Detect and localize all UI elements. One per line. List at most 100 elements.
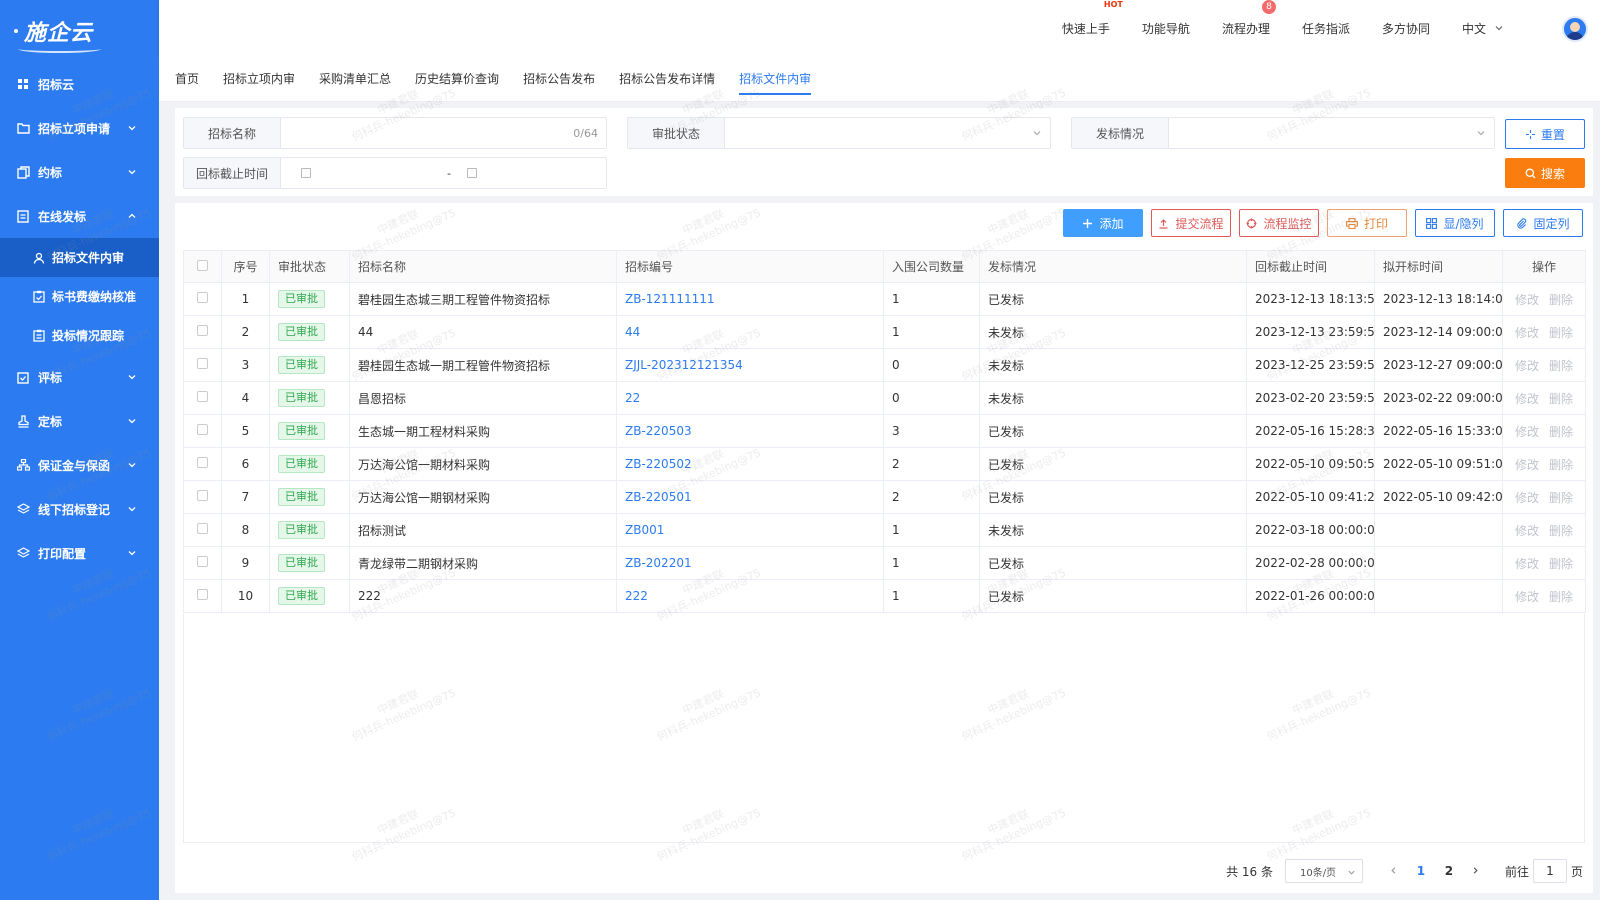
delete-button[interactable]: 删除 xyxy=(1549,293,1573,307)
language-select[interactable]: 中文 xyxy=(1462,20,1504,37)
page-number[interactable]: 2 xyxy=(1435,864,1463,878)
header-feature-nav[interactable]: 功能导航 xyxy=(1142,20,1190,37)
row-checkbox[interactable] xyxy=(197,457,208,468)
tab-notice-publish[interactable]: 招标公告发布 xyxy=(523,56,595,102)
table-row[interactable]: 8 已审批 招标测试 ZB001 1 未发标 2022-03-18 00:00:… xyxy=(183,513,1586,547)
page-number[interactable]: 1 xyxy=(1407,864,1435,878)
bid-code-link[interactable]: ZB001 xyxy=(625,523,664,537)
edit-button[interactable]: 修改 xyxy=(1515,524,1539,538)
table-row[interactable]: 3 已审批 碧桂园生态城一期工程管件物资招标 ZJJL-202312121354… xyxy=(183,348,1586,382)
sidebar-item-online-bidding[interactable]: 在线发标 xyxy=(0,194,159,238)
row-checkbox[interactable] xyxy=(197,292,208,303)
delete-button[interactable]: 删除 xyxy=(1549,524,1573,538)
delete-button[interactable]: 删除 xyxy=(1549,590,1573,604)
page-size-select[interactable]: 10条/页 xyxy=(1284,859,1363,883)
table-row[interactable]: 2 已审批 44 44 1 未发标 2023-12-13 23:59:59 20… xyxy=(183,315,1586,349)
add-button[interactable]: 添加 xyxy=(1063,209,1143,237)
sidebar-item-print-config[interactable]: 打印配置 xyxy=(0,531,159,575)
logo[interactable]: 施企云 xyxy=(0,0,159,62)
bid-code-link[interactable]: ZJJL-202312121354 xyxy=(625,358,743,372)
edit-button[interactable]: 修改 xyxy=(1515,425,1539,439)
delete-button[interactable]: 删除 xyxy=(1549,557,1573,571)
pin-columns-button[interactable]: 固定列 xyxy=(1503,209,1583,237)
bid-code-link[interactable]: ZB-220502 xyxy=(625,457,692,471)
sidebar-subitem-bid-tracking[interactable]: 投标情况跟踪 xyxy=(0,316,159,355)
bid-code-link[interactable]: 222 xyxy=(625,589,648,603)
next-page-button[interactable] xyxy=(1463,864,1489,878)
row-checkbox[interactable] xyxy=(197,358,208,369)
delete-button[interactable]: 删除 xyxy=(1549,326,1573,340)
edit-button[interactable]: 修改 xyxy=(1515,491,1539,505)
process-monitor-button[interactable]: 流程监控 xyxy=(1239,209,1319,237)
deadline-range-picker[interactable]: - xyxy=(281,158,606,188)
bid-code-link[interactable]: ZB-220503 xyxy=(625,424,692,438)
row-checkbox[interactable] xyxy=(197,490,208,501)
tab-project-review[interactable]: 招标立项内审 xyxy=(223,56,295,102)
delete-button[interactable]: 删除 xyxy=(1549,425,1573,439)
publish-status-select[interactable] xyxy=(1169,118,1494,148)
header-menu-label: 快速上手 xyxy=(1061,21,1110,36)
search-button[interactable]: 搜索 xyxy=(1505,158,1585,188)
sidebar-item-bidding-cloud[interactable]: 招标云 xyxy=(0,62,159,106)
prev-page-button[interactable] xyxy=(1381,864,1407,878)
header-quick-start[interactable]: HOT 快速上手 xyxy=(1061,0,1123,37)
row-checkbox[interactable] xyxy=(197,424,208,435)
sidebar-item-deposit-guarantee[interactable]: 保证金与保函 xyxy=(0,443,159,487)
tab-notice-detail[interactable]: 招标公告发布详情 xyxy=(619,56,715,102)
sidebar-subitem-file-review[interactable]: 招标文件内审 xyxy=(0,238,159,277)
avatar[interactable] xyxy=(1562,16,1588,42)
delete-button[interactable]: 删除 xyxy=(1549,491,1573,505)
edit-button[interactable]: 修改 xyxy=(1515,458,1539,472)
delete-button[interactable]: 删除 xyxy=(1549,458,1573,472)
table-row[interactable]: 10 已审批 222 222 1 已发标 2022-01-26 00:00:00… xyxy=(183,579,1586,613)
sidebar-item-project-application[interactable]: 招标立项申请 xyxy=(0,106,159,150)
bid-name-input[interactable]: 0/64 xyxy=(281,118,606,148)
tab-history-price[interactable]: 历史结算价查询 xyxy=(415,56,499,102)
sidebar-item-evaluation[interactable]: 评标 xyxy=(0,355,159,399)
sidebar-subitem-fee-approval[interactable]: 标书费缴纳核准 xyxy=(0,277,159,316)
toggle-columns-button[interactable]: 显/隐列 xyxy=(1415,209,1495,237)
tab-file-review[interactable]: 招标文件内审 xyxy=(739,56,812,102)
edit-button[interactable]: 修改 xyxy=(1515,326,1539,340)
bid-code-link[interactable]: ZB-121111111 xyxy=(625,292,715,306)
print-button[interactable]: 打印 xyxy=(1327,209,1407,237)
bid-code-link[interactable]: 44 xyxy=(625,325,640,339)
approval-status-select[interactable] xyxy=(725,118,1050,148)
table-row[interactable]: 5 已审批 生态城一期工程材料采购 ZB-220503 3 已发标 2022-0… xyxy=(183,414,1586,448)
table-row[interactable]: 4 已审批 昌恩招标 22 0 未发标 2023-02-20 23:59:59 … xyxy=(183,381,1586,415)
edit-button[interactable]: 修改 xyxy=(1515,392,1539,406)
select-all-checkbox[interactable] xyxy=(197,259,208,271)
tab-purchase-summary[interactable]: 采购清单汇总 xyxy=(319,56,391,102)
edit-button[interactable]: 修改 xyxy=(1515,557,1539,571)
bid-code-link[interactable]: ZB-202201 xyxy=(625,556,692,570)
table-panel: 添加 提交流程 流程监控 打印 显/隐列 固定列 序号 审批状态 招标名称 招标… xyxy=(175,203,1593,893)
column-header: 入围公司数量 xyxy=(883,250,980,283)
sidebar-item-offline-registration[interactable]: 线下招标登记 xyxy=(0,487,159,531)
header-task-assign[interactable]: 任务指派 xyxy=(1302,20,1350,37)
table-row[interactable]: 7 已审批 万达海公馆一期钢材采购 ZB-220501 2 已发标 2022-0… xyxy=(183,480,1586,514)
bid-code-link[interactable]: ZB-220501 xyxy=(625,490,692,504)
table-row[interactable]: 1 已审批 碧桂园生态城三期工程管件物资招标 ZB-121111111 1 已发… xyxy=(183,282,1586,316)
reset-button[interactable]: 重置 xyxy=(1505,119,1585,149)
sidebar-item-award[interactable]: 定标 xyxy=(0,399,159,443)
header-collaboration[interactable]: 多方协同 xyxy=(1382,20,1430,37)
table-row[interactable]: 9 已审批 青龙绿带二期钢材采购 ZB-202201 1 已发标 2022-02… xyxy=(183,546,1586,580)
submit-process-button[interactable]: 提交流程 xyxy=(1151,209,1231,237)
row-checkbox[interactable] xyxy=(197,391,208,402)
edit-button[interactable]: 修改 xyxy=(1515,293,1539,307)
edit-button[interactable]: 修改 xyxy=(1515,359,1539,373)
sidebar-item-invite-bid[interactable]: 约标 xyxy=(0,150,159,194)
edit-button[interactable]: 修改 xyxy=(1515,590,1539,604)
tab-home[interactable]: 首页 xyxy=(175,56,199,102)
row-checkbox[interactable] xyxy=(197,589,208,600)
row-checkbox[interactable] xyxy=(197,556,208,567)
header-process-handling[interactable]: 8 流程办理 xyxy=(1222,0,1276,37)
table-row[interactable]: 6 已审批 万达海公馆一期材料采购 ZB-220502 2 已发标 2022-0… xyxy=(183,447,1586,481)
delete-button[interactable]: 删除 xyxy=(1549,392,1573,406)
bid-code-link[interactable]: 22 xyxy=(625,391,640,405)
row-checkbox[interactable] xyxy=(197,523,208,534)
status-badge: 已审批 xyxy=(278,521,325,539)
delete-button[interactable]: 删除 xyxy=(1549,359,1573,373)
goto-page-input[interactable]: 1 xyxy=(1532,859,1567,883)
row-checkbox[interactable] xyxy=(197,325,208,336)
